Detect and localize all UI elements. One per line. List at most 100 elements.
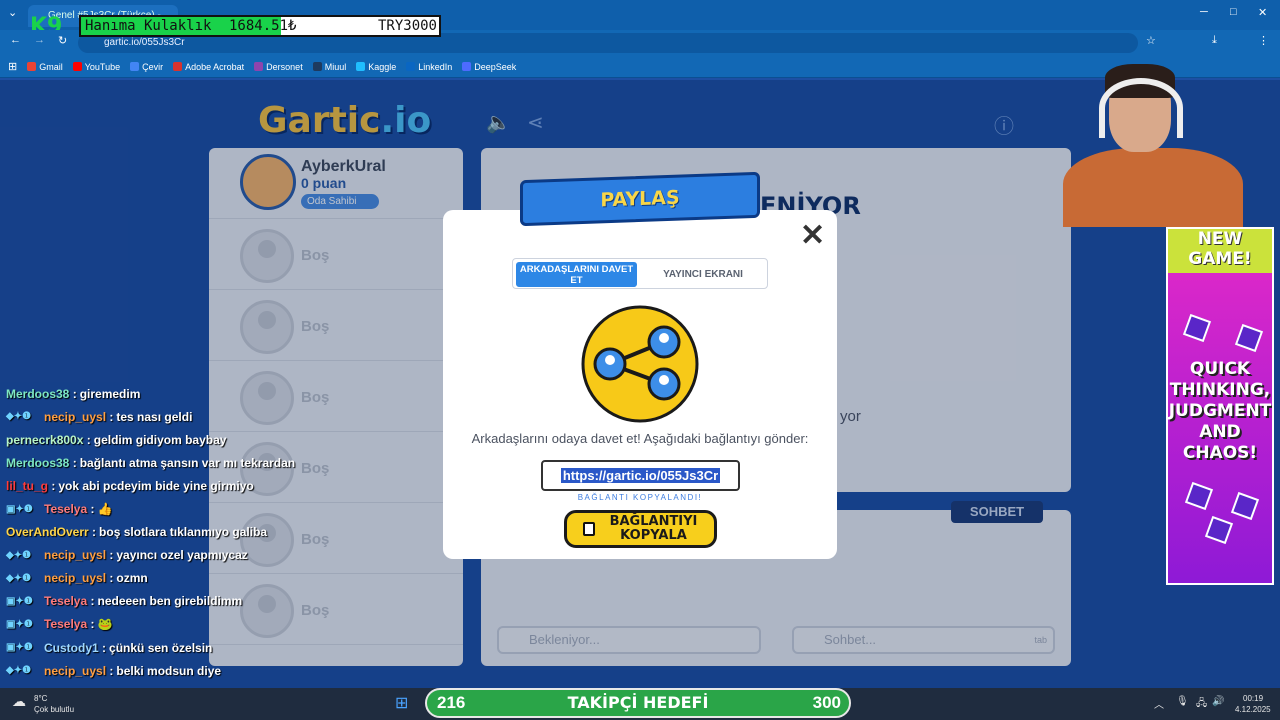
bookmark-item[interactable]: Miuul <box>312 62 346 72</box>
minimize-icon[interactable]: ─ <box>1200 6 1208 18</box>
share-modal-title: PAYLAŞ <box>520 171 760 227</box>
chat-username: Teselya <box>44 594 88 609</box>
chat-text: 🐸 <box>97 617 113 632</box>
chat-separator: : <box>106 571 114 586</box>
volume-icon[interactable]: 🔊 <box>1212 696 1224 707</box>
browser-menu-icon[interactable]: ⋮ <box>1258 34 1269 47</box>
chat-message: lil_tu_g : yok abi pcdeyim bide yine girm… <box>6 474 326 497</box>
chat-badges-icon: ▣✦❶ <box>6 595 33 607</box>
chat-username: Merdoos38 <box>6 386 70 401</box>
chat-username: necip_uysl <box>44 409 107 424</box>
url-text: gartic.io/055Js3Cr <box>104 37 185 48</box>
gem-icon <box>1184 481 1214 511</box>
chat-badges-icon: ▣✦❶ <box>6 503 33 515</box>
chat-message: ▣✦❶ Custody1 : çünkü sen özelsin <box>6 636 326 659</box>
network-icon[interactable]: 🖧 <box>1196 696 1207 713</box>
bookmark-label: Dersonet <box>266 61 303 72</box>
game-ad-banner[interactable]: NEW GAME! QUICK THINKING, JUDGMENT AND C… <box>1166 227 1274 585</box>
maximize-icon[interactable]: □ <box>1230 6 1237 18</box>
bookmark-label: DeepSeek <box>474 61 517 72</box>
gem-icon <box>1230 491 1260 521</box>
chat-username: Teselya <box>44 502 88 517</box>
chat-text: tes nası geldi <box>116 409 193 424</box>
chat-separator: : <box>106 663 114 678</box>
tab-streamer-screen[interactable]: YAYINCI EKRANI <box>641 262 765 287</box>
download-icon[interactable]: ⤓ <box>1212 34 1217 47</box>
bookmark-item[interactable]: Adobe Acrobat <box>173 62 244 72</box>
chat-username: Teselya <box>44 617 88 632</box>
bookmark-item[interactable]: Kaggle <box>356 62 396 72</box>
tray-chevron-icon[interactable]: ︿ <box>1154 696 1164 711</box>
chat-text: yok abi pcdeyim bide yine girmiyo <box>58 478 254 493</box>
share-link-field[interactable]: https://gartic.io/055Js3Cr <box>541 460 740 491</box>
donation-goal: TRY3000 <box>377 18 437 34</box>
copy-link-button[interactable]: BAĞLANTIYI KOPYALA <box>564 510 717 548</box>
bookmark-label: Adobe Acrobat <box>185 61 245 72</box>
follower-goal-bar: 216 TAKİPÇİ HEDEFİ 300 <box>425 688 851 718</box>
chat-text: 👍 <box>97 502 113 517</box>
chat-badges-icon: ◆✦❶ <box>6 572 32 584</box>
gem-icon <box>1182 313 1212 343</box>
window-close-icon[interactable]: ✕ <box>1258 6 1267 19</box>
chat-text: bağlantı atma şansın var mı tekrardan <box>79 455 296 470</box>
chat-text: belki modsun diye <box>116 663 222 678</box>
chat-separator: : <box>98 640 107 655</box>
chat-separator: : <box>106 548 114 563</box>
donation-amount: 1684.51₺ <box>229 18 297 34</box>
tab-invite-friends[interactable]: ARKADAŞLARINI DAVET ET <box>516 262 637 287</box>
bookmark-item[interactable]: DeepSeek <box>462 62 516 72</box>
chat-text: yayıncı ozel yapmıycaz <box>116 548 248 563</box>
stream-chat-overlay: Merdoos38 : giremedim ◆✦❶ necip_uysl : tes n… <box>6 382 326 682</box>
bookmark-label: Çevir <box>142 61 164 72</box>
chat-separator: : <box>69 455 77 470</box>
microphone-icon[interactable]: 🎙 <box>1176 696 1189 707</box>
weather-desc: Çok bulutlu <box>34 705 75 714</box>
follower-goal-label: TAKİPÇİ HEDEFİ <box>567 693 709 712</box>
chat-separator: : <box>106 409 114 424</box>
chat-username: OverAndOverr <box>6 525 89 540</box>
tab-menu-icon[interactable]: ⌄ <box>8 6 17 19</box>
chat-separator: : <box>87 594 95 609</box>
chat-text: giremedim <box>79 386 141 401</box>
chat-badges-icon: ▣✦❶ <box>6 642 33 654</box>
gem-icon <box>1234 323 1264 353</box>
bookmark-favicon-icon <box>130 62 140 71</box>
bookmark-item[interactable]: Çevir <box>130 62 163 72</box>
bookmark-item[interactable]: YouTube <box>72 62 120 72</box>
forward-icon[interactable]: → <box>34 34 45 46</box>
back-icon[interactable]: ← <box>10 34 21 46</box>
bookmark-label: LinkedIn <box>418 61 453 72</box>
bookmark-label: Kaggle <box>368 61 397 72</box>
apps-grid-icon[interactable]: ⊞ <box>8 60 17 73</box>
chat-username: necip_uysl <box>44 663 107 678</box>
clock-time[interactable]: 00:19 <box>1243 694 1263 703</box>
chat-separator: : <box>48 478 56 493</box>
share-link-text: https://gartic.io/055Js3Cr <box>560 468 721 483</box>
gem-icon <box>1204 515 1234 545</box>
weather-temp: 8°C <box>34 694 48 703</box>
ad-headline: NEW GAME! <box>1168 229 1272 273</box>
reload-icon[interactable]: ↻ <box>58 34 67 47</box>
clock-date[interactable]: 4.12.2025 <box>1235 705 1271 714</box>
chat-separator: : <box>88 525 97 540</box>
bookmark-star-icon[interactable]: ☆ <box>1146 34 1156 47</box>
windows-start-icon[interactable]: ⊞ <box>395 693 408 713</box>
bookmark-favicon-icon <box>312 62 322 71</box>
bookmark-favicon-icon <box>173 62 183 71</box>
chat-message: ◆✦❶ necip_uysl : yayıncı ozel yapmıycaz <box>6 544 326 567</box>
bookmark-favicon-icon <box>406 62 416 71</box>
chat-message: pernecrk800x : geldim gidiyom baybay <box>6 428 326 451</box>
close-icon[interactable]: ✕ <box>800 221 825 251</box>
chat-message: Merdoos38 : bağlantı atma şansın var mı t… <box>6 451 326 474</box>
chat-username: pernecrk800x <box>6 432 84 447</box>
copy-icon <box>583 522 595 536</box>
chat-text: boş slotlara tıklanmıyo galiba <box>99 525 268 540</box>
chat-username: Merdoos38 <box>6 455 70 470</box>
chat-separator: : <box>87 617 95 632</box>
bookmark-item[interactable]: Gmail <box>27 62 63 72</box>
bookmark-item[interactable]: LinkedIn <box>406 62 452 72</box>
bookmark-item[interactable]: Dersonet <box>254 62 303 72</box>
chat-text: ozmn <box>116 571 148 586</box>
share-network-icon <box>581 305 699 423</box>
chat-username: necip_uysl <box>44 571 107 586</box>
